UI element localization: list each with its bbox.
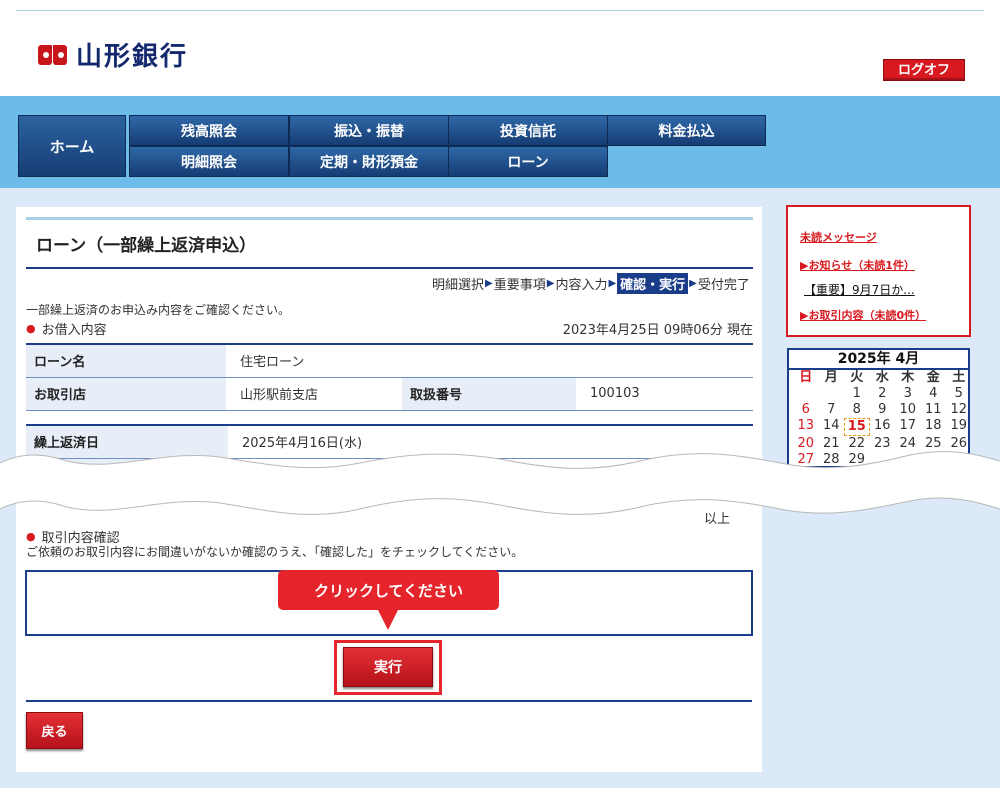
loan-name-label: ローン名 bbox=[26, 344, 226, 378]
handling-number-label: 取扱番号 bbox=[402, 377, 576, 411]
unread-messages-title[interactable]: 未読メッセージ bbox=[800, 229, 877, 245]
step-arrow-icon: ▶ bbox=[608, 278, 617, 289]
calendar-weekday: 土 bbox=[952, 370, 966, 385]
bottom-divider bbox=[26, 700, 752, 702]
cherry-logo-icon bbox=[38, 42, 70, 68]
unread-messages-panel: 未読メッセージ ▶お知らせ（未読1件） 【重要】9月7日か... ▶お取引内容（… bbox=[786, 205, 971, 337]
calendar-day: 9 bbox=[878, 402, 887, 417]
title-underline bbox=[26, 267, 753, 269]
step-arrow-icon: ▶ bbox=[546, 278, 555, 289]
branch-label: お取引店 bbox=[26, 377, 226, 411]
nav-statement-inquiry[interactable]: 明細照会 bbox=[129, 146, 289, 177]
nav-transfer[interactable]: 振込・振替 bbox=[289, 115, 449, 146]
table-row: お取引店 山形駅前支店 取扱番号 100103 bbox=[26, 377, 753, 411]
calendar-day bbox=[819, 386, 845, 402]
global-nav: ホーム 残高照会 振込・振替 投資信託 料金払込 明細照会 定期・財形預金 ロー… bbox=[16, 113, 766, 179]
back-button[interactable]: 戻る bbox=[26, 712, 83, 749]
step-input: 内容入力 bbox=[555, 278, 608, 293]
calendar-day: 2 bbox=[878, 386, 887, 401]
cherry-icon: ● bbox=[26, 322, 36, 335]
calendar-day: 18 bbox=[924, 418, 942, 433]
as-of-datetime: 2023年4月25日 09時06分 現在 bbox=[562, 323, 753, 338]
calendar-day: 6 bbox=[801, 402, 810, 417]
bank-name: 山形銀行 bbox=[76, 42, 189, 72]
calendar-day: 5 bbox=[954, 386, 963, 401]
calendar-day: 13 bbox=[797, 418, 815, 433]
execute-button[interactable]: 実行 bbox=[343, 647, 433, 687]
step-select: 明細選択 bbox=[432, 278, 485, 293]
confirm-instruction: ご依頼のお取引内容にお間違いがないか確認のうえ、「確認した」をチェックしてくださ… bbox=[26, 545, 524, 559]
nav-investment-trust[interactable]: 投資信託 bbox=[448, 115, 608, 146]
loan-name-value: 住宅ローン bbox=[226, 344, 753, 378]
calendar-weekday: 月 bbox=[824, 370, 838, 385]
page-break-wave bbox=[0, 451, 1000, 516]
step-arrow-icon: ▶ bbox=[485, 278, 493, 289]
click-here-tooltip: クリックしてください bbox=[278, 570, 499, 630]
trade-content-link[interactable]: ▶お取引内容（未読0件） bbox=[800, 307, 926, 323]
branch-value: 山形駅前支店 bbox=[226, 377, 402, 411]
nav-time-deposit[interactable]: 定期・財形預金 bbox=[289, 146, 449, 177]
calendar-weekday: 日 bbox=[799, 370, 813, 385]
table-row: ローン名 住宅ローン bbox=[26, 344, 753, 378]
title-top-bar bbox=[26, 217, 753, 220]
bank-logo[interactable]: 山形銀行 bbox=[38, 36, 188, 73]
logoff-button[interactable]: ログオフ bbox=[883, 59, 965, 81]
step-indicator: 明細選択 ▶ 重要事項 ▶ 内容入力 ▶ 確認・実行 ▶ 受付完了 bbox=[432, 273, 750, 294]
calendar-day: 7 bbox=[827, 402, 836, 417]
step-confirm-active: 確認・実行 bbox=[617, 273, 689, 294]
instruction-text: 一部繰上返済のお申込み内容をご確認ください。 bbox=[26, 303, 291, 317]
section-heading-loan-label: お借入内容 bbox=[41, 323, 107, 338]
calendar-day-today: 15 bbox=[844, 418, 870, 436]
notice-link[interactable]: ▶お知らせ（未読1件） bbox=[800, 257, 915, 273]
calendar-day: 14 bbox=[822, 418, 840, 433]
calendar-day: 19 bbox=[950, 418, 968, 433]
cherry-icon: ● bbox=[26, 530, 36, 543]
loan-info-table: ローン名 住宅ローン お取引店 山形駅前支店 取扱番号 100103 bbox=[26, 343, 753, 411]
step-important: 重要事項 bbox=[493, 278, 546, 293]
nav-balance-inquiry[interactable]: 残高照会 bbox=[129, 115, 289, 146]
section-heading-loan: ● お借入内容 bbox=[26, 319, 107, 338]
notice-item-link[interactable]: 【重要】9月7日か... bbox=[804, 281, 915, 298]
handling-number-value: 100103 bbox=[576, 377, 753, 411]
end-mark: 以上 bbox=[704, 512, 731, 527]
page-title: ローン（一部繰上返済申込） bbox=[36, 236, 257, 256]
calendar-title: 2025年 4月 bbox=[789, 350, 968, 370]
calendar-day bbox=[793, 386, 819, 402]
step-arrow-icon: ▶ bbox=[689, 278, 697, 289]
calendar-day: 3 bbox=[903, 386, 912, 401]
calendar-day: 16 bbox=[873, 418, 891, 433]
step-complete: 受付完了 bbox=[697, 278, 750, 293]
calendar-weekday: 火 bbox=[850, 370, 864, 385]
calendar-day: 8 bbox=[852, 402, 861, 417]
nav-loan[interactable]: ローン bbox=[448, 146, 608, 177]
nav-home[interactable]: ホーム bbox=[18, 115, 126, 177]
calendar-day: 17 bbox=[899, 418, 917, 433]
nav-bill-payment[interactable]: 料金払込 bbox=[607, 115, 766, 146]
calendar-weekday: 水 bbox=[875, 370, 889, 385]
calendar-day: 12 bbox=[950, 402, 968, 417]
calendar-day: 4 bbox=[929, 386, 938, 401]
calendar-weekday: 金 bbox=[926, 370, 940, 385]
calendar-day: 1 bbox=[852, 386, 861, 401]
calendar-day: 11 bbox=[924, 402, 942, 417]
calendar-day: 10 bbox=[899, 402, 917, 417]
calendar-weekday: 木 bbox=[901, 370, 915, 385]
top-rule bbox=[16, 10, 984, 11]
